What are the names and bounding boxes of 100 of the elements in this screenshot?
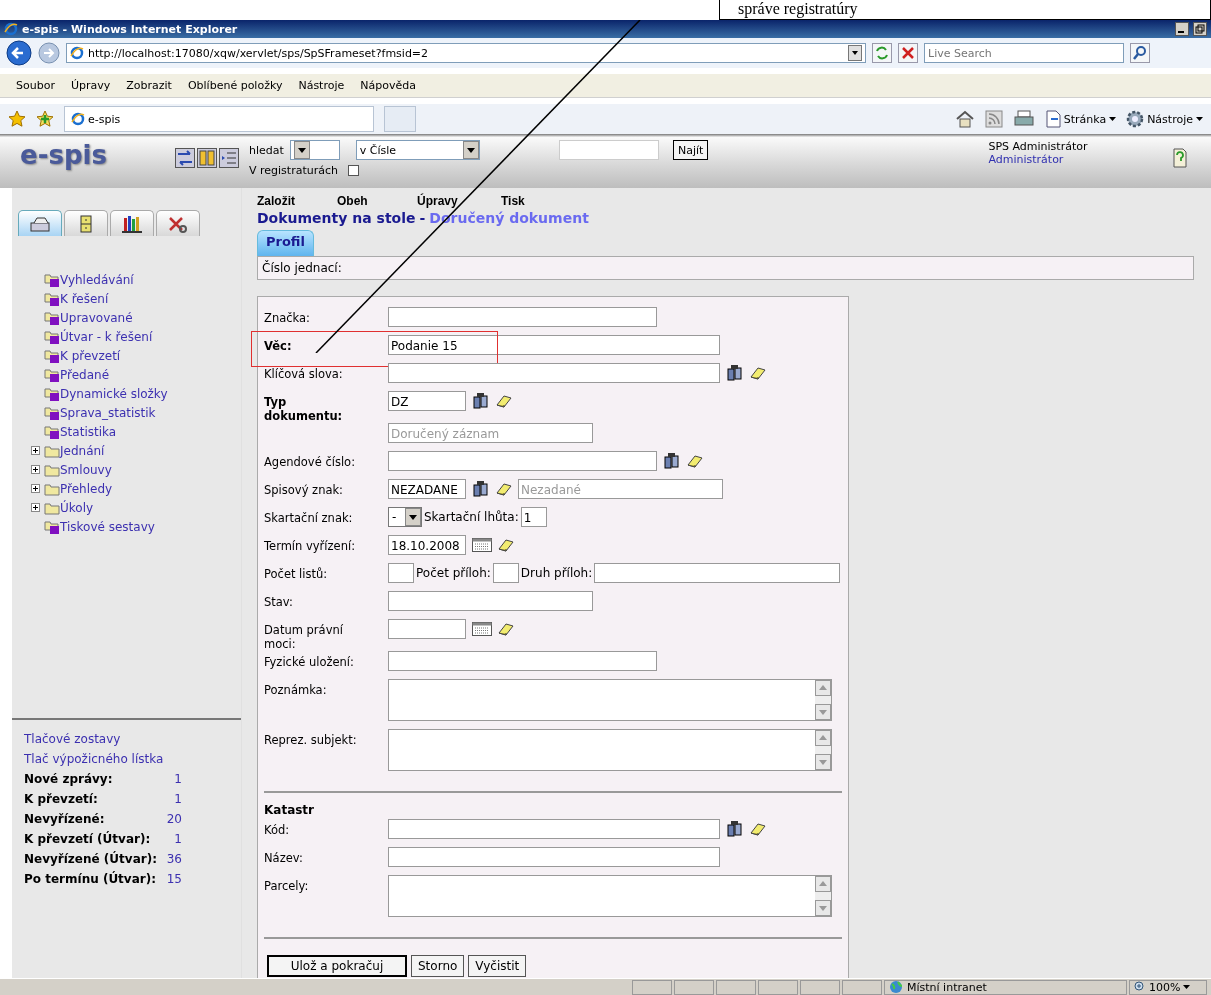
eraser-icon[interactable] [498,538,514,552]
expand-icon[interactable] [31,465,40,474]
tree-item[interactable]: Dynamické složky [60,386,168,401]
address-field[interactable]: http://localhost:17080/xqw/xervlet/sps/SpSFrameset?fmsid=2 [66,43,866,63]
report-link[interactable]: Tlač výpožicného lístka [24,752,241,772]
input-field[interactable] [492,563,519,583]
restore-icon[interactable] [1193,22,1207,36]
binoculars-icon[interactable] [472,392,490,410]
input-field[interactable] [594,563,840,583]
user-role[interactable]: Administrátor [988,153,1174,166]
stat-count[interactable]: 15 [166,872,182,892]
text-area[interactable] [388,875,832,917]
action-menu-item[interactable]: Tisk [501,194,581,208]
input-field[interactable] [388,819,720,839]
menu-item[interactable]: Nástroje [298,79,345,92]
add-favorite-icon[interactable] [36,110,54,128]
sidebar-tab[interactable] [156,210,200,236]
input-field[interactable] [388,847,720,867]
input-field[interactable] [388,651,657,671]
search-icon[interactable] [1130,43,1150,63]
stat-count[interactable]: 1 [174,772,182,792]
tree-item[interactable]: Statistika [60,424,117,439]
action-menu-item[interactable]: Úpravy [417,194,501,208]
action-menu-item[interactable]: Založit [257,194,337,208]
menu-item[interactable]: Úpravy [70,79,111,92]
list-icon[interactable] [219,148,239,168]
eraser-icon[interactable] [750,822,766,836]
action-menu-item[interactable]: Obeh [337,194,417,208]
calendar-icon[interactable] [472,622,492,636]
scroll-down-icon[interactable] [815,704,831,720]
menu-item[interactable]: Zobrazit [126,79,172,92]
search-field[interactable]: Live Search [924,43,1124,63]
tree-item[interactable]: Jednání [60,443,105,458]
find-button[interactable]: Najít [673,140,709,160]
eraser-icon[interactable] [496,394,512,408]
tree-item[interactable]: Sprava_statistik [60,405,156,420]
stat-count[interactable]: 20 [166,812,182,832]
tree-item[interactable]: K řešení [60,291,109,306]
refresh-icon[interactable] [872,43,892,63]
scroll-down-icon[interactable] [815,900,831,916]
tools-menu[interactable]: Stránka [1044,110,1117,128]
binoculars-icon[interactable] [472,480,490,498]
input-field[interactable]: 1 [520,507,547,527]
binoculars-icon[interactable] [663,452,681,470]
tree-item[interactable]: Upravované [60,310,133,325]
search-scope-select[interactable]: v Čísle [355,140,480,160]
binoculars-icon[interactable] [726,364,744,382]
input-field[interactable] [388,363,720,383]
input-field[interactable] [388,451,657,471]
menu-item[interactable]: Oblíbené položky [187,79,283,92]
stat-count[interactable]: 36 [166,852,182,872]
forward-icon[interactable] [38,42,60,64]
star-icon[interactable] [8,110,26,128]
scroll-up-icon[interactable] [815,680,831,696]
tree-item[interactable]: Vyhledávání [60,272,134,287]
eraser-icon[interactable] [687,454,703,468]
eraser-icon[interactable] [750,366,766,380]
tree-item[interactable]: Tiskové sestavy [60,519,155,534]
tree-item[interactable]: Předané [60,367,110,382]
dropdown-icon[interactable] [848,45,862,61]
eraser-icon[interactable] [498,622,514,636]
expand-icon[interactable] [31,484,40,493]
registry-checkbox[interactable] [348,165,359,176]
form-button[interactable]: Storno [411,955,465,977]
tree-item[interactable]: Smlouvy [60,462,112,477]
input-field[interactable] [388,307,657,327]
save-button[interactable]: Ulož a pokračuj [267,955,407,977]
input-field[interactable]: NEZADANE [388,479,466,499]
input-field[interactable] [388,563,414,583]
tree-item[interactable]: K převzetí [60,348,121,363]
input-field[interactable]: Podanie 15 [388,335,720,355]
tab[interactable]: Profil [257,230,314,256]
text-area[interactable] [388,729,832,771]
scroll-down-icon[interactable] [815,754,831,770]
tree-item[interactable]: Útvar - k řešení [60,329,153,344]
scroll-up-icon[interactable] [815,730,831,746]
input-field[interactable] [388,619,466,639]
scroll-up-icon[interactable] [815,876,831,892]
calendar-icon[interactable] [472,538,492,552]
back-icon[interactable] [6,40,32,66]
stat-count[interactable]: 1 [174,792,182,812]
form-button[interactable]: Vyčistit [468,955,527,977]
minimize-icon[interactable] [1175,22,1189,36]
browser-tab[interactable]: e-spis [64,106,374,132]
stat-count[interactable]: 1 [174,832,182,852]
search-field[interactable] [559,140,659,160]
expand-icon[interactable] [31,446,40,455]
print-icon[interactable] [1012,110,1035,128]
input-field[interactable] [388,591,593,611]
arrows-icon[interactable] [175,148,195,168]
tree-item[interactable]: Úkoly [60,500,94,515]
tree-item[interactable]: Přehledy [60,481,113,496]
breadcrumb-parent[interactable]: Dokumenty na stole [257,210,416,226]
select-field[interactable]: - [388,507,422,527]
sidebar-tab[interactable] [110,210,154,236]
tools-menu[interactable]: Nástroje [1126,110,1203,128]
stop-icon[interactable] [898,43,918,63]
help-icon[interactable] [1173,148,1188,168]
input-field[interactable]: DZ [388,391,466,411]
binoculars-icon[interactable] [726,820,744,838]
